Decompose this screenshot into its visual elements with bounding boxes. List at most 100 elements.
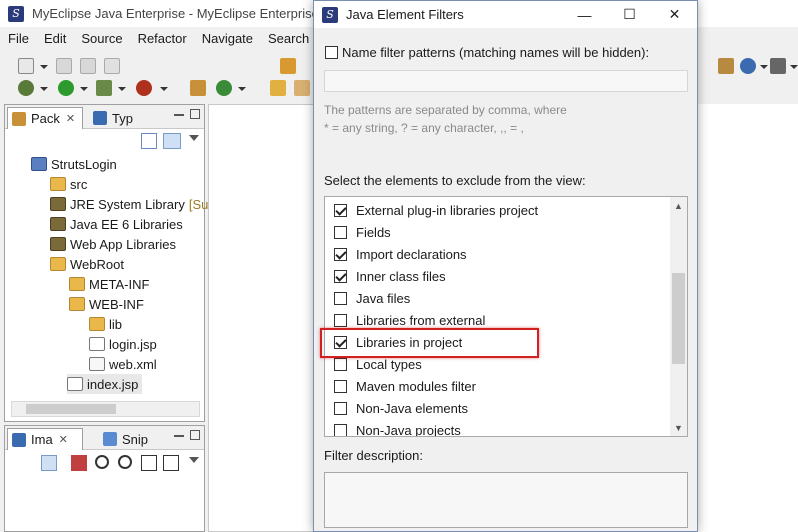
tree-item-web-inf[interactable]: WEB-INF (69, 294, 144, 314)
jsp-file-icon (67, 377, 83, 391)
menu-file[interactable]: File (0, 31, 36, 46)
minimize-icon[interactable] (174, 430, 184, 437)
tab-type-hierarchy[interactable]: Typ (89, 107, 149, 129)
view-menu-icon[interactable] (189, 135, 199, 141)
server-icon[interactable] (718, 58, 734, 74)
maximize-icon[interactable]: ☐ (607, 1, 652, 28)
tree-item-meta-inf[interactable]: META-INF (69, 274, 149, 294)
link-icon[interactable] (41, 455, 57, 471)
view-menu-icon[interactable] (189, 457, 199, 463)
new-java-class-icon[interactable] (216, 80, 232, 96)
filter-item-non-java-projects[interactable]: Non-Java projects (334, 419, 461, 436)
camera-icon[interactable] (770, 58, 786, 74)
list-vertical-scrollbar[interactable]: ▲ ▼ (670, 197, 687, 436)
filter-checkbox[interactable] (334, 401, 347, 415)
zoom-fit-icon[interactable] (71, 455, 87, 471)
library-icon (50, 217, 66, 231)
filter-checkbox[interactable] (334, 247, 347, 261)
jsp-file-icon (89, 337, 105, 351)
menu-refactor[interactable]: Refactor (130, 31, 194, 46)
tree-item-src[interactable]: src (50, 174, 87, 194)
new-java-package-icon[interactable] (190, 80, 206, 96)
name-filter-checkbox[interactable] (325, 46, 338, 59)
scroll-up-icon[interactable]: ▲ (670, 197, 687, 214)
filter-item-external-plugin-libraries[interactable]: External plug-in libraries project (334, 199, 538, 221)
tree-item-login-jsp[interactable]: login.jsp (89, 334, 157, 354)
open-folder-icon (69, 297, 85, 311)
close-icon[interactable]: ✕ (59, 433, 68, 446)
search-pencil-icon[interactable] (294, 80, 310, 96)
tree-item-web-xml[interactable]: web.xml (89, 354, 157, 374)
scroll-down-icon[interactable]: ▼ (670, 419, 687, 436)
browser-icon[interactable] (740, 58, 756, 74)
tab-snippets[interactable]: Snip (99, 428, 159, 450)
debug-icon[interactable] (18, 80, 34, 96)
tree-item-index-jsp[interactable]: index.jsp (67, 374, 143, 394)
menu-source[interactable]: Source (73, 31, 129, 46)
filter-checkbox[interactable] (334, 203, 347, 217)
new-icon[interactable] (18, 58, 34, 74)
filter-item-inner-class-files[interactable]: Inner class files (334, 265, 446, 287)
run-dropdown-arrow-icon[interactable] (80, 87, 88, 91)
filter-checkbox[interactable] (334, 313, 347, 327)
horizontal-scrollbar[interactable] (11, 401, 200, 417)
tree-item-label: login.jsp (109, 336, 157, 352)
minimize-icon[interactable]: — (562, 1, 607, 28)
external-tools-dropdown-arrow-icon[interactable] (160, 87, 168, 91)
filter-item-label: Java files (356, 290, 411, 306)
dialog-titlebar: S Java Element Filters — ☐ ✕ (314, 1, 697, 28)
run-icon[interactable] (58, 80, 74, 96)
tree-item-lib[interactable]: lib (89, 314, 122, 334)
new-class-dropdown-arrow-icon[interactable] (238, 87, 246, 91)
scrollbar-thumb[interactable] (672, 273, 685, 364)
save-icon[interactable] (56, 58, 72, 74)
name-filter-patterns-input[interactable] (324, 70, 688, 92)
zoom-out-icon[interactable] (95, 455, 109, 469)
menu-search[interactable]: Search (260, 31, 316, 46)
filter-item-non-java-elements[interactable]: Non-Java elements (334, 397, 468, 419)
open-folder-icon[interactable] (270, 80, 286, 96)
tree-item-java-ee-6-libraries[interactable]: Java EE 6 Libraries (50, 214, 183, 234)
menu-edit[interactable]: Edit (36, 31, 73, 46)
print-icon[interactable] (104, 58, 120, 74)
filter-checkbox[interactable] (334, 357, 347, 371)
tree-item-strutslogin[interactable]: StrutsLogin (31, 154, 117, 174)
collapse-all-icon[interactable] (141, 133, 157, 149)
new-dropdown-arrow-icon[interactable] (40, 65, 48, 69)
fit-window-icon[interactable] (163, 455, 179, 471)
tree-item-web-app-libraries[interactable]: Web App Libraries (50, 234, 176, 254)
close-icon[interactable]: ✕ (652, 1, 697, 28)
external-tools-icon[interactable] (136, 80, 152, 96)
debug-dropdown-arrow-icon[interactable] (40, 87, 48, 91)
tree-item-webroot[interactable]: WebRoot (50, 254, 124, 274)
tree-item-jre-system-library[interactable]: JRE System Library [Su (50, 194, 208, 214)
browser-dropdown-arrow-icon[interactable] (760, 65, 768, 69)
coverage-icon[interactable] (96, 80, 112, 96)
maximize-icon[interactable] (190, 109, 200, 119)
camera-dropdown-arrow-icon[interactable] (790, 65, 798, 69)
tab-package-explorer[interactable]: Pack ✕ (7, 107, 83, 129)
scrollbar-thumb[interactable] (26, 404, 116, 414)
open-type-icon[interactable] (280, 58, 296, 74)
filter-item-maven-modules-filter[interactable]: Maven modules filter (334, 375, 476, 397)
filter-item-import-declarations[interactable]: Import declarations (334, 243, 467, 265)
name-filter-row[interactable]: Name filter patterns (matching names wil… (325, 45, 649, 60)
minimize-icon[interactable] (174, 109, 184, 116)
filter-item-fields[interactable]: Fields (334, 221, 391, 243)
actual-size-icon[interactable] (141, 455, 157, 471)
tab-image-preview[interactable]: Ima ✕ (7, 428, 83, 450)
filter-item-java-files[interactable]: Java files (334, 287, 410, 309)
filter-checkbox[interactable] (334, 291, 347, 305)
zoom-in-icon[interactable] (118, 455, 132, 469)
filter-checkbox[interactable] (334, 379, 347, 393)
filter-checkbox[interactable] (334, 269, 347, 283)
filter-checkbox[interactable] (334, 225, 347, 239)
coverage-dropdown-arrow-icon[interactable] (118, 87, 126, 91)
filter-checkbox[interactable] (334, 423, 347, 436)
save-all-icon[interactable] (80, 58, 96, 74)
link-with-editor-icon[interactable] (163, 133, 181, 149)
menu-navigate[interactable]: Navigate (194, 31, 260, 46)
maximize-icon[interactable] (190, 430, 200, 440)
image-preview-tabs: Ima ✕ Snip (5, 426, 204, 450)
close-icon[interactable]: ✕ (66, 112, 75, 125)
